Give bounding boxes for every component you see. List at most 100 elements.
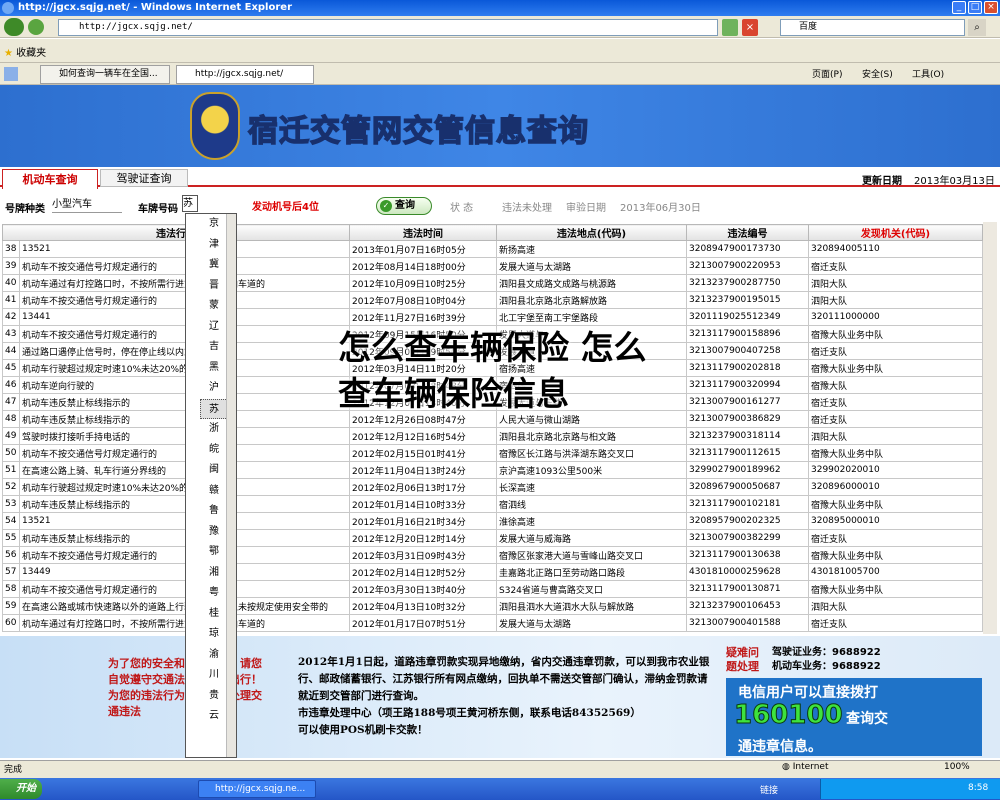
violation-agency: 泗阳大队 [808, 274, 983, 292]
row-number: 55 [2, 529, 20, 547]
start-button[interactable]: 开始 [0, 779, 42, 799]
province-option[interactable]: 赣 [200, 481, 228, 502]
province-option[interactable]: 晋 [200, 276, 228, 297]
table-row[interactable]: 56 机动车不按交通信号灯规定通行的 2012年03月31日09时43分 宿豫区张家港… [2, 546, 983, 564]
telecom-ad-line3: 通违章信息。 [738, 739, 822, 755]
violation-agency: 宿豫大队 [808, 376, 983, 394]
province-option[interactable]: 豫 [200, 522, 228, 543]
plate-type-select[interactable]: 小型汽车 [52, 197, 122, 213]
province-option[interactable]: 蒙 [200, 296, 228, 317]
favorites-label: 收藏夹 [16, 48, 47, 59]
phone1-label: 驾驶证业务： [772, 647, 832, 658]
tab-license[interactable]: 驾驶证查询 [100, 169, 188, 187]
zoom-level[interactable]: 100% [944, 762, 970, 772]
table-row[interactable]: 54 13521 2012年01月16日21时34分 淮徐高速 320895790020… [2, 512, 983, 530]
province-option[interactable]: 京 [200, 214, 228, 235]
favorites-button[interactable]: ★ 收藏夹 [4, 44, 46, 59]
table-row[interactable]: 39 机动车不按交通信号灯规定通行的 2012年08月14日18时00分 发展大道与太… [2, 257, 983, 275]
violation-agency: 宿迁支队 [808, 257, 983, 275]
table-row[interactable]: 59 在高速公路或城市快速路以外的道路上行驶时，驾驶人未按规定使用安全带的 2012… [2, 597, 983, 615]
maximize-button[interactable]: □ [968, 1, 982, 14]
stop-icon[interactable]: × [742, 19, 758, 36]
table-scrollbar[interactable] [983, 222, 997, 634]
province-option[interactable]: 鲁 [200, 501, 228, 522]
table-row[interactable]: 38 13521 2013年01月07日16时05分 新扬高速 320894790017… [2, 240, 983, 258]
violation-code: 3213237900318114 [686, 427, 809, 445]
address-input[interactable]: http://jgcx.sqjg.net/ [58, 19, 718, 36]
province-option[interactable]: 桂 [200, 604, 228, 625]
province-option[interactable]: 云 [200, 706, 228, 727]
province-option[interactable]: 浙 [200, 419, 228, 440]
col-header-time: 违法时间 [349, 224, 497, 241]
status-value: 违法未处理 [502, 203, 552, 214]
province-option[interactable]: 贵 [200, 686, 228, 707]
update-value: 2013年03月13日 [914, 176, 995, 187]
table-row[interactable]: 51 在高速公路上骑、轧车行道分界线的 2012年11月04日13时24分 京沪高速1… [2, 461, 983, 479]
table-row[interactable]: 60 机动车通过有灯控路口时，不按所需行进方向驶入导向车道的 2012年01月17日… [2, 614, 983, 632]
province-option[interactable]: 冀 [200, 255, 228, 276]
violation-code: 3213117900158896 [686, 325, 809, 343]
violation-table: 违法行为 违法时间 违法地点(代码) 违法编号 发现机关(代码) 38 13521… [2, 224, 983, 632]
table-row[interactable]: 58 机动车不按交通信号灯规定通行的 2012年03月30日13时40分 S324省道… [2, 580, 983, 598]
province-dropdown[interactable]: 京津冀晋蒙辽吉黑沪苏浙皖闽赣鲁豫鄂湘粤桂琼渝川贵云 [185, 213, 237, 758]
browser-tab-2[interactable]: http://jgcx.sqjg.net/ [176, 65, 314, 84]
violation-agency: 320111000000 [808, 308, 983, 326]
province-option[interactable]: 湘 [200, 563, 228, 584]
province-select[interactable]: 苏 [182, 195, 198, 212]
forward-icon[interactable] [28, 19, 44, 35]
table-row[interactable]: 49 驾驶时拨打接听手持电话的 2012年12月12日16时54分 泗阳县北京路北京路… [2, 427, 983, 445]
province-option[interactable]: 沪 [200, 378, 228, 399]
dropdown-scrollbar[interactable] [226, 214, 236, 757]
province-option[interactable]: 苏 [200, 398, 228, 419]
province-option[interactable]: 吉 [200, 337, 228, 358]
page-menu[interactable]: 页面(P) [812, 67, 842, 80]
violation-time: 2012年01月16日21时34分 [349, 512, 497, 530]
table-row[interactable]: 53 机动车违反禁止标线指示的 2012年01月14日10时33分 宿泗线 321311… [2, 495, 983, 513]
province-option[interactable]: 皖 [200, 440, 228, 461]
province-option[interactable]: 闽 [200, 460, 228, 481]
browser-tab-1[interactable]: 如何查询一辆车在全国... [40, 65, 170, 84]
phone2-label: 机动车业务： [772, 661, 832, 672]
table-row[interactable]: 55 机动车违反禁止标线指示的 2012年12月20日12时14分 发展大道与威海路 3… [2, 529, 983, 547]
search-icon[interactable]: ⌕ [968, 19, 986, 36]
refresh-icon[interactable] [722, 19, 738, 36]
tools-menu[interactable]: 工具(O) [912, 67, 944, 80]
table-row[interactable]: 50 机动车不按交通信号灯规定通行的 2012年02月15日01时41分 宿豫区长江路… [2, 444, 983, 462]
table-row[interactable]: 52 机动车行驶超过规定时速10%未达20%的 2012年02月06日13时17分长… [2, 478, 983, 496]
search-input[interactable]: 百度 [780, 19, 965, 36]
province-option[interactable]: 黑 [200, 358, 228, 379]
violation-place: 发展大道与太湖路 [496, 614, 687, 632]
violation-code: 3208957900202325 [686, 512, 809, 530]
query-button[interactable]: ✓ 查询 [376, 197, 432, 215]
col-header-code: 违法编号 [686, 224, 809, 241]
province-option[interactable]: 渝 [200, 645, 228, 666]
safety-menu[interactable]: 安全(S) [862, 67, 893, 80]
close-button[interactable]: × [984, 1, 998, 14]
province-option[interactable]: 津 [200, 235, 228, 256]
taskbar-task[interactable]: http://jgcx.sqjg.ne... [198, 780, 316, 798]
province-option[interactable]: 琼 [200, 624, 228, 645]
violation-agency: 430181005700 [808, 563, 983, 581]
table-row[interactable]: 57 13449 2012年02月14日12时52分 圭嘉路北正路口至劳动路口路段 43… [2, 563, 983, 581]
pos-notice: 可以使用POS机刷卡交款！ [298, 724, 428, 736]
violation-place: 泗阳县北京路北京路解放路 [496, 291, 687, 309]
violation-code: 3213117900130638 [686, 546, 809, 564]
violation-time: 2012年04月13日10时32分 [349, 597, 497, 615]
engine-label: 发动机号后4位 [252, 202, 319, 213]
province-option[interactable]: 鄂 [200, 542, 228, 563]
violation-place: 宿豫区长江路与洪泽湖东路交叉口 [496, 444, 687, 462]
table-row[interactable]: 40 机动车通过有灯控路口时，不按所需行进方向驶入导向车道的 2012年10月09日… [2, 274, 983, 292]
violation-time: 2012年01月14日10时33分 [349, 495, 497, 513]
quick-tabs-icon[interactable] [4, 67, 18, 81]
violation-place: 新扬高速 [496, 240, 687, 258]
minimize-button[interactable]: _ [952, 1, 966, 14]
province-option[interactable]: 辽 [200, 317, 228, 338]
row-number: 49 [2, 427, 20, 445]
table-row[interactable]: 41 机动车不按交通信号灯规定通行的 2012年07月08日10时04分 泗阳县北京路… [2, 291, 983, 309]
province-option[interactable]: 川 [200, 665, 228, 686]
back-icon[interactable] [4, 18, 24, 36]
tab-vehicle[interactable]: 机动车查询 [2, 169, 98, 189]
zone-label: Internet [792, 762, 829, 772]
province-option[interactable]: 粤 [200, 583, 228, 604]
table-row[interactable]: 42 13441 2012年11月27日16时39分 北工宇堡至南工宇堡路段 32011… [2, 308, 983, 326]
